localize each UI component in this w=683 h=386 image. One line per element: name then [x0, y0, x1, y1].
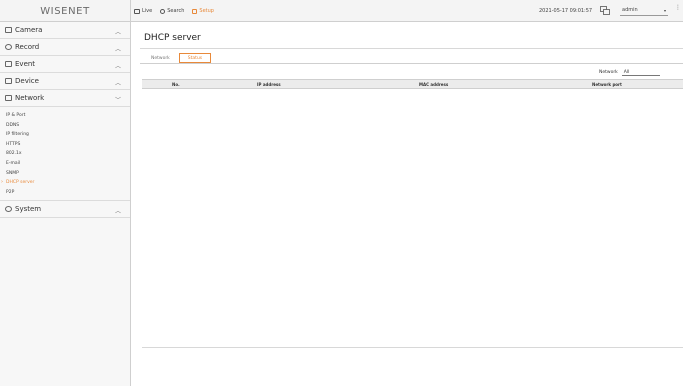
event-icon — [5, 61, 12, 67]
search-icon — [160, 8, 166, 14]
sidebar-group-label: System — [15, 205, 42, 214]
sidebar-group-system[interactable]: System ︿ — [0, 201, 130, 219]
sidebar-group-device[interactable]: Device ︿ — [0, 73, 130, 90]
chevron-up-icon: ︿ — [115, 63, 122, 70]
device-icon — [5, 78, 12, 84]
column-header-no: No. — [172, 82, 180, 87]
column-header-network-port: Network port — [592, 82, 622, 87]
sidebar-item-8021x[interactable]: 802.1x — [0, 149, 130, 159]
user-select[interactable]: admin ▾ — [620, 5, 668, 16]
network-submenu: IP & Port DDNS IP filtering HTTPS 802.1x… — [0, 107, 130, 202]
sidebar-group-record[interactable]: Record ︿ — [0, 39, 130, 56]
tab-network[interactable]: Network — [142, 53, 179, 63]
chevron-down-icon: ﹀ — [115, 97, 122, 104]
top-nav: Live Search Setup — [134, 0, 214, 22]
divider — [140, 63, 683, 64]
table-header: No. IP address MAC address Network port — [142, 79, 683, 89]
sidebar-item-p2p[interactable]: P2P — [0, 188, 130, 198]
nav-search-label: Search — [167, 8, 185, 14]
sidebar-item-snmp[interactable]: SNMP — [0, 169, 130, 179]
user-name: admin — [622, 7, 638, 13]
network-filter: Network All — [599, 69, 660, 76]
chevron-up-icon: ︿ — [115, 208, 122, 216]
sidebar-item-ddns[interactable]: DDNS — [0, 121, 130, 131]
gear-icon — [192, 8, 198, 14]
nav-live-label: Live — [142, 8, 153, 14]
nav-search[interactable]: Search — [160, 8, 184, 14]
tab-bar: Network Status — [142, 53, 212, 63]
app-window: WISENET Live Search Setup 2021-05-17 09:… — [0, 0, 683, 386]
sidebar-group-label: Network — [15, 94, 45, 102]
sidebar-item-ip-port[interactable]: IP & Port — [0, 111, 130, 121]
sidebar-group-label: Device — [15, 77, 39, 85]
sidebar-group-label: Event — [15, 60, 36, 68]
network-filter-label: Network — [599, 70, 618, 75]
more-icon[interactable]: ⋮ — [675, 4, 681, 11]
sidebar-item-ip-filtering[interactable]: IP filtering — [0, 130, 130, 140]
nav-setup-label: Setup — [199, 8, 214, 14]
top-bar: WISENET Live Search Setup 2021-05-17 09:… — [0, 0, 683, 22]
monitor-icon — [134, 8, 140, 14]
sidebar-group-camera[interactable]: Camera ︿ — [0, 22, 130, 39]
sidebar: Camera ︿ Record ︿ Event ︿ Device ︿ Netwo… — [0, 22, 131, 386]
network-filter-select[interactable]: All — [621, 69, 660, 76]
network-icon — [5, 95, 12, 101]
chevron-down-icon: ▾ — [663, 7, 666, 13]
divider — [142, 347, 683, 348]
tab-status[interactable]: Status — [178, 53, 212, 63]
record-icon — [5, 44, 12, 50]
chevron-up-icon: ︿ — [115, 80, 122, 87]
page-title: DHCP server — [144, 33, 201, 43]
sidebar-group-event[interactable]: Event ︿ — [0, 56, 130, 73]
sidebar-item-dhcp-server[interactable]: DHCP server — [0, 178, 130, 188]
system-icon — [5, 206, 12, 213]
nav-setup[interactable]: Setup — [192, 8, 214, 14]
datetime: 2021-05-17 09:01:57 — [539, 8, 593, 14]
chevron-up-icon: ︿ — [115, 46, 122, 53]
sidebar-group-label: Camera — [15, 26, 43, 34]
logo: WISENET — [0, 0, 131, 22]
sidebar-group-network[interactable]: Network ﹀ — [0, 90, 130, 107]
sidebar-group-label: Record — [15, 43, 40, 51]
sidebar-item-https[interactable]: HTTPS — [0, 140, 130, 150]
column-header-ip-address: IP address — [257, 82, 281, 87]
chevron-up-icon: ︿ — [115, 29, 122, 36]
divider — [140, 48, 683, 49]
column-header-mac-address: MAC address — [419, 82, 449, 87]
camera-icon — [5, 27, 12, 33]
backup-icon[interactable] — [600, 6, 610, 15]
sidebar-item-email[interactable]: E-mail — [0, 159, 130, 169]
main-panel: DHCP server Network Status Network All N… — [132, 22, 683, 386]
nav-live[interactable]: Live — [134, 8, 152, 14]
